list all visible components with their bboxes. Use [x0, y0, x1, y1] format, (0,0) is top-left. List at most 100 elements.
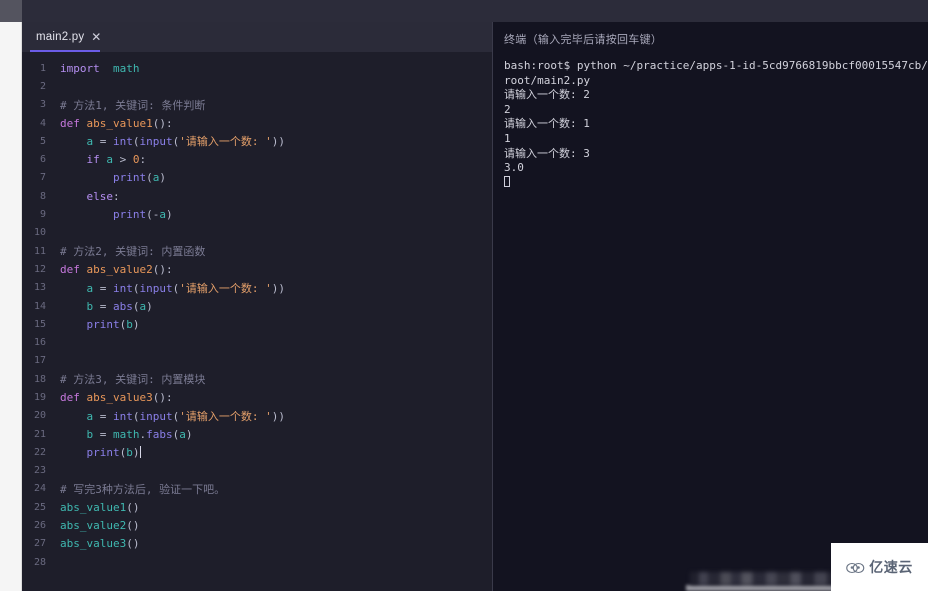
- editor-tabbar: main2.py ✕: [22, 22, 492, 52]
- code-line[interactable]: 10: [22, 224, 492, 242]
- code-line[interactable]: 9 print(-a): [22, 205, 492, 223]
- line-number: 2: [39, 80, 46, 92]
- blurred-bottom-bar: [690, 572, 842, 585]
- code-line-content: print(b): [86, 445, 141, 459]
- code-line[interactable]: 4 def abs_value1():: [22, 114, 492, 132]
- code-line[interactable]: 20 a = int(input('请输入一个数: ')): [22, 407, 492, 425]
- line-number: 28: [33, 556, 46, 568]
- code-line-content: # 方法1, 关键词: 条件判断: [60, 98, 206, 112]
- code-line-content: a = int(input('请输入一个数: ')): [86, 409, 286, 423]
- terminal-line: 2: [504, 102, 511, 116]
- code-line-content: import math: [60, 61, 140, 75]
- code-line[interactable]: 26 abs_value2(): [22, 516, 492, 534]
- editor-tab-main2py[interactable]: main2.py ✕: [22, 22, 114, 52]
- code-line-content: a = int(input('请输入一个数: ')): [86, 281, 286, 295]
- terminal-prompt-line[interactable]: [504, 175, 928, 191]
- terminal-pane[interactable]: 终端（输入完毕后请按回车键） bash:root$ python ~/pract…: [493, 22, 928, 591]
- code-line-content: # 方法2, 关键词: 内置函数: [60, 245, 206, 259]
- line-number: 9: [39, 209, 46, 221]
- terminal-line: 请输入一个数: 2: [504, 88, 590, 102]
- line-number: 12: [33, 263, 46, 275]
- left-sidebar-strip: [0, 22, 22, 591]
- line-number: 3: [39, 99, 46, 111]
- line-number: 21: [33, 428, 46, 440]
- code-line[interactable]: 6 if a > 0:: [22, 150, 492, 168]
- terminal-cursor: [504, 175, 510, 187]
- line-number: 10: [33, 227, 46, 239]
- code-line[interactable]: 24 # 写完3种方法后, 验证一下吧。: [22, 480, 492, 498]
- code-line[interactable]: 3 # 方法1, 关键词: 条件判断: [22, 96, 492, 114]
- line-number: 23: [33, 465, 46, 477]
- code-line[interactable]: 15 print(b): [22, 315, 492, 333]
- blurred-bar-shadow: [686, 585, 848, 591]
- line-number: 19: [33, 391, 46, 403]
- terminal-line: 请输入一个数: 3: [504, 146, 590, 160]
- terminal-line: 3.0: [504, 161, 524, 175]
- code-line-content: abs_value1(): [60, 500, 140, 514]
- code-line[interactable]: 28: [22, 553, 492, 571]
- code-line[interactable]: 1 import math: [22, 59, 492, 77]
- line-number: 5: [39, 135, 46, 147]
- line-number: 13: [33, 282, 46, 294]
- code-line[interactable]: 23: [22, 462, 492, 480]
- code-line-content: def abs_value3():: [60, 390, 173, 404]
- cloud-icon: [846, 562, 865, 573]
- terminal-line: bash:root$ python ~/practice/apps-1-id-5…: [504, 59, 928, 87]
- code-line-content: if a > 0:: [86, 153, 147, 167]
- code-line[interactable]: 17: [22, 352, 492, 370]
- line-number: 25: [33, 501, 46, 513]
- code-line-content: a = int(input('请输入一个数: ')): [86, 135, 286, 149]
- line-number: 22: [33, 446, 46, 458]
- code-line-content: # 写完3种方法后, 验证一下吧。: [60, 482, 226, 496]
- line-number: 1: [39, 62, 46, 74]
- line-number: 26: [33, 520, 46, 532]
- line-number: 7: [39, 172, 46, 184]
- line-number: 27: [33, 538, 46, 550]
- terminal-line: 1: [504, 131, 511, 145]
- watermark-badge: 亿速云: [831, 543, 928, 591]
- code-line[interactable]: 5 a = int(input('请输入一个数: ')): [22, 132, 492, 150]
- code-line[interactable]: 14 b = abs(a): [22, 297, 492, 315]
- line-number: 17: [33, 355, 46, 367]
- code-line-content: def abs_value1():: [60, 116, 173, 130]
- line-number: 24: [33, 483, 46, 495]
- code-line[interactable]: 2: [22, 77, 492, 95]
- code-editor-pane: main2.py ✕ 1 import math 2 3 # 方法1, 关键词: 条件判…: [22, 22, 492, 591]
- code-line-content: abs_value2(): [60, 519, 140, 533]
- terminal-header-label: 终端（输入完毕后请按回车键）: [504, 34, 663, 46]
- close-icon[interactable]: ✕: [91, 31, 101, 43]
- code-line[interactable]: 16: [22, 333, 492, 351]
- code-line-content: print(-a): [112, 208, 173, 222]
- code-line[interactable]: 27 abs_value3(): [22, 535, 492, 553]
- code-line-content: # 方法3, 关键词: 内置模块: [60, 373, 206, 387]
- code-line-content: else:: [86, 189, 120, 203]
- code-line-content: print(b): [86, 317, 140, 331]
- line-number: 18: [33, 373, 46, 385]
- line-number: 16: [33, 337, 46, 349]
- code-line[interactable]: 8 else:: [22, 187, 492, 205]
- code-line[interactable]: 11 # 方法2, 关键词: 内置函数: [22, 242, 492, 260]
- ide-window: main2.py ✕ 1 import math 2 3 # 方法1, 关键词: 条件判…: [0, 0, 928, 591]
- code-line[interactable]: 25 abs_value1(): [22, 498, 492, 516]
- code-line[interactable]: 22 print(b): [22, 443, 492, 461]
- code-line[interactable]: 13 a = int(input('请输入一个数: ')): [22, 279, 492, 297]
- tab-filename-label: main2.py: [36, 31, 85, 43]
- code-line-content: b = abs(a): [86, 299, 153, 313]
- code-line-content: def abs_value2():: [60, 262, 173, 276]
- window-top-strip: [0, 0, 928, 22]
- code-line[interactable]: 7 print(a): [22, 169, 492, 187]
- code-text-area[interactable]: 1 import math 2 3 # 方法1, 关键词: 条件判断 4 def abs_v…: [22, 52, 492, 591]
- text-caret: [139, 445, 141, 458]
- line-number: 20: [33, 410, 46, 422]
- code-line-content: b = math.fabs(a): [86, 427, 193, 441]
- line-number: 4: [39, 117, 46, 129]
- line-number: 11: [33, 245, 46, 257]
- code-line[interactable]: 21 b = math.fabs(a): [22, 425, 492, 443]
- code-line[interactable]: 18 # 方法3, 关键词: 内置模块: [22, 370, 492, 388]
- terminal-output[interactable]: bash:root$ python ~/practice/apps-1-id-5…: [493, 47, 928, 190]
- terminal-line: 请输入一个数: 1: [504, 117, 590, 131]
- code-line[interactable]: 19 def abs_value3():: [22, 388, 492, 406]
- line-number: 15: [33, 318, 46, 330]
- watermark-text: 亿速云: [869, 560, 913, 576]
- code-line[interactable]: 12 def abs_value2():: [22, 260, 492, 278]
